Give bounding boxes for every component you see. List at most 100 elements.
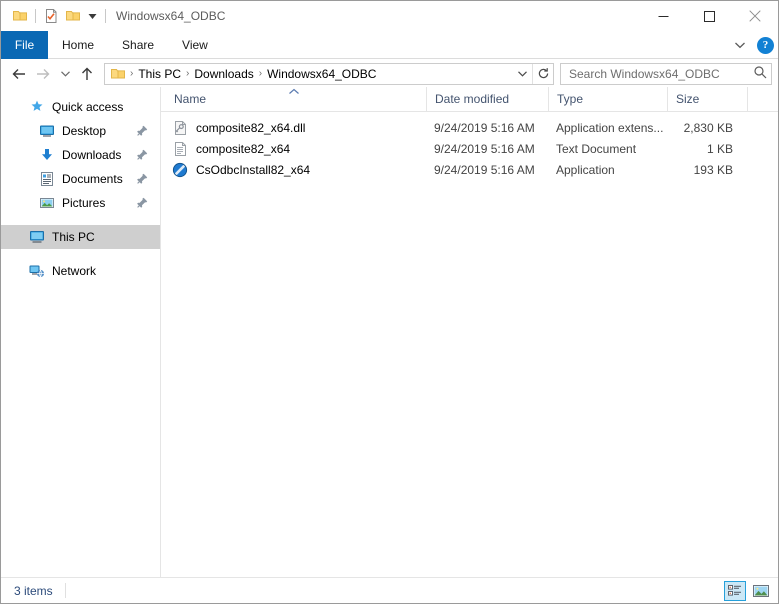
table-row[interactable]: CsOdbcInstall82_x64 9/24/2019 5:16 AM Ap… [161,159,778,180]
column-header-label: Size [676,92,700,106]
file-type-cell: Application [556,162,615,177]
chevron-down-icon-ribbon-collapse[interactable] [729,34,751,56]
file-size-cell: 1 KB [706,141,733,156]
sidebar-item-downloads[interactable]: Downloads [1,143,160,167]
column-headers: Name Date modified Type Size [161,87,778,112]
tab-view[interactable]: View [168,31,222,59]
network-icon [29,263,45,279]
breadcrumb[interactable]: › This PC › Downloads › Windowsx64_ODBC [104,62,554,85]
properties-icon[interactable] [40,5,62,27]
explorer-window: Windowsx64_ODBC File Home Share View ? ›… [0,0,779,604]
file-name-cell[interactable]: CsOdbcInstall82_x64 [161,162,426,178]
refresh-icon[interactable] [533,64,553,84]
sidebar-item-documents[interactable]: Documents [1,167,160,191]
sidebar-item-label: Downloads [62,148,122,162]
file-name-cell[interactable]: composite82_x64 [161,141,426,157]
breadcrumb-separator-2[interactable]: › [257,68,264,79]
column-header-label: Date modified [435,92,510,106]
ribbon-tab-bar: File Home Share View ? [1,31,778,59]
breadcrumb-item-this-pc[interactable]: This PC [135,67,184,81]
file-name-cell[interactable]: composite82_x64.dll [161,120,426,136]
file-size-cell: 193 KB [693,162,733,177]
breadcrumb-item-downloads[interactable]: Downloads [191,67,256,81]
sort-ascending-icon [161,88,426,94]
quick-access-toolbar: Windowsx64_ODBC [1,5,225,27]
file-type-cell: Application extens... [556,120,664,135]
dll-file-icon [172,120,188,136]
file-name-label: composite82_x64 [196,141,291,156]
pc-icon [29,229,45,245]
address-bar: › This PC › Downloads › Windowsx64_ODBC [1,59,778,87]
column-header-name[interactable]: Name [161,87,426,111]
qat-separator-2 [105,9,106,23]
file-date-cell: 9/24/2019 5:16 AM [434,120,535,135]
breadcrumb-item-windowsx64-odbc[interactable]: Windowsx64_ODBC [264,67,379,81]
sidebar-item-label: Quick access [52,100,124,114]
breadcrumb-separator-1[interactable]: › [184,68,191,79]
sidebar-item-quick-access[interactable]: Quick access [1,95,160,119]
folder-icon[interactable] [9,5,31,27]
pin-icon[interactable] [134,123,150,139]
search-icon[interactable] [753,65,767,82]
sidebar-item-label: Desktop [62,124,107,138]
documents-icon [39,171,55,187]
star-icon [29,99,45,115]
file-size-cell: 2,830 KB [683,120,733,135]
tab-home[interactable]: Home [48,31,108,59]
window-controls [640,1,778,31]
minimize-button[interactable] [640,1,686,31]
maximize-button[interactable] [686,1,732,31]
up-button[interactable] [75,62,99,86]
breadcrumb-separator-0: › [130,68,134,79]
pin-icon[interactable] [134,171,150,187]
chevron-down-icon-address-dropdown[interactable] [512,64,532,84]
column-header-type[interactable]: Type [548,87,667,111]
pin-icon[interactable] [134,147,150,163]
status-bar: 3 items [1,577,778,603]
column-header-label: Name [174,92,207,106]
large-icons-view-button[interactable] [750,581,772,601]
sidebar-item-label: This PC [52,230,95,244]
table-row[interactable]: composite82_x64.dll 9/24/2019 5:16 AM Ap… [161,117,778,138]
column-header-filler [747,87,778,111]
column-header-size[interactable]: Size [667,87,747,111]
search-box[interactable] [560,62,772,85]
column-header-label: Type [557,92,584,106]
window-title: Windowsx64_ODBC [116,9,226,23]
sidebar-item-label: Network [52,264,97,278]
tab-share[interactable]: Share [108,31,168,59]
status-bar-divider [64,583,66,598]
file-date-cell: 9/24/2019 5:16 AM [434,162,535,177]
forward-button[interactable] [31,62,55,86]
file-date-cell: 9/24/2019 5:16 AM [434,141,535,156]
window-body: Quick access Desktop Downloads Documents… [1,87,778,577]
file-list-pane: Name Date modified Type Size composite82… [161,87,778,577]
help-icon[interactable]: ? [757,36,774,54]
sidebar-item-network[interactable]: Network [1,259,160,283]
sidebar-item-this-pc[interactable]: This PC [1,225,160,249]
folder-icon-breadcrumb [110,66,126,82]
search-input[interactable] [567,65,753,82]
chevron-down-icon[interactable] [84,5,101,27]
sidebar-item-label: Pictures [62,196,106,210]
close-button[interactable] [732,1,778,31]
details-view-button[interactable] [724,580,746,601]
ribbon-right-controls: ? [729,31,774,59]
sidebar-item-label: Documents [62,172,123,186]
download-icon [39,147,55,163]
new-folder-icon[interactable] [62,5,84,27]
table-row[interactable]: composite82_x64 9/24/2019 5:16 AM Text D… [161,138,778,159]
file-type-cell: Text Document [556,141,637,156]
back-button[interactable] [7,62,31,86]
column-header-date-modified[interactable]: Date modified [426,87,548,111]
text-document-icon [172,141,188,157]
pin-icon[interactable] [134,195,150,211]
file-rows: composite82_x64.dll 9/24/2019 5:16 AM Ap… [161,112,778,577]
desktop-icon [39,123,55,139]
sidebar-item-desktop[interactable]: Desktop [1,119,160,143]
recent-locations-chevron-down-icon[interactable] [55,62,75,86]
sidebar-item-pictures[interactable]: Pictures [1,191,160,215]
tab-file[interactable]: File [1,31,48,59]
